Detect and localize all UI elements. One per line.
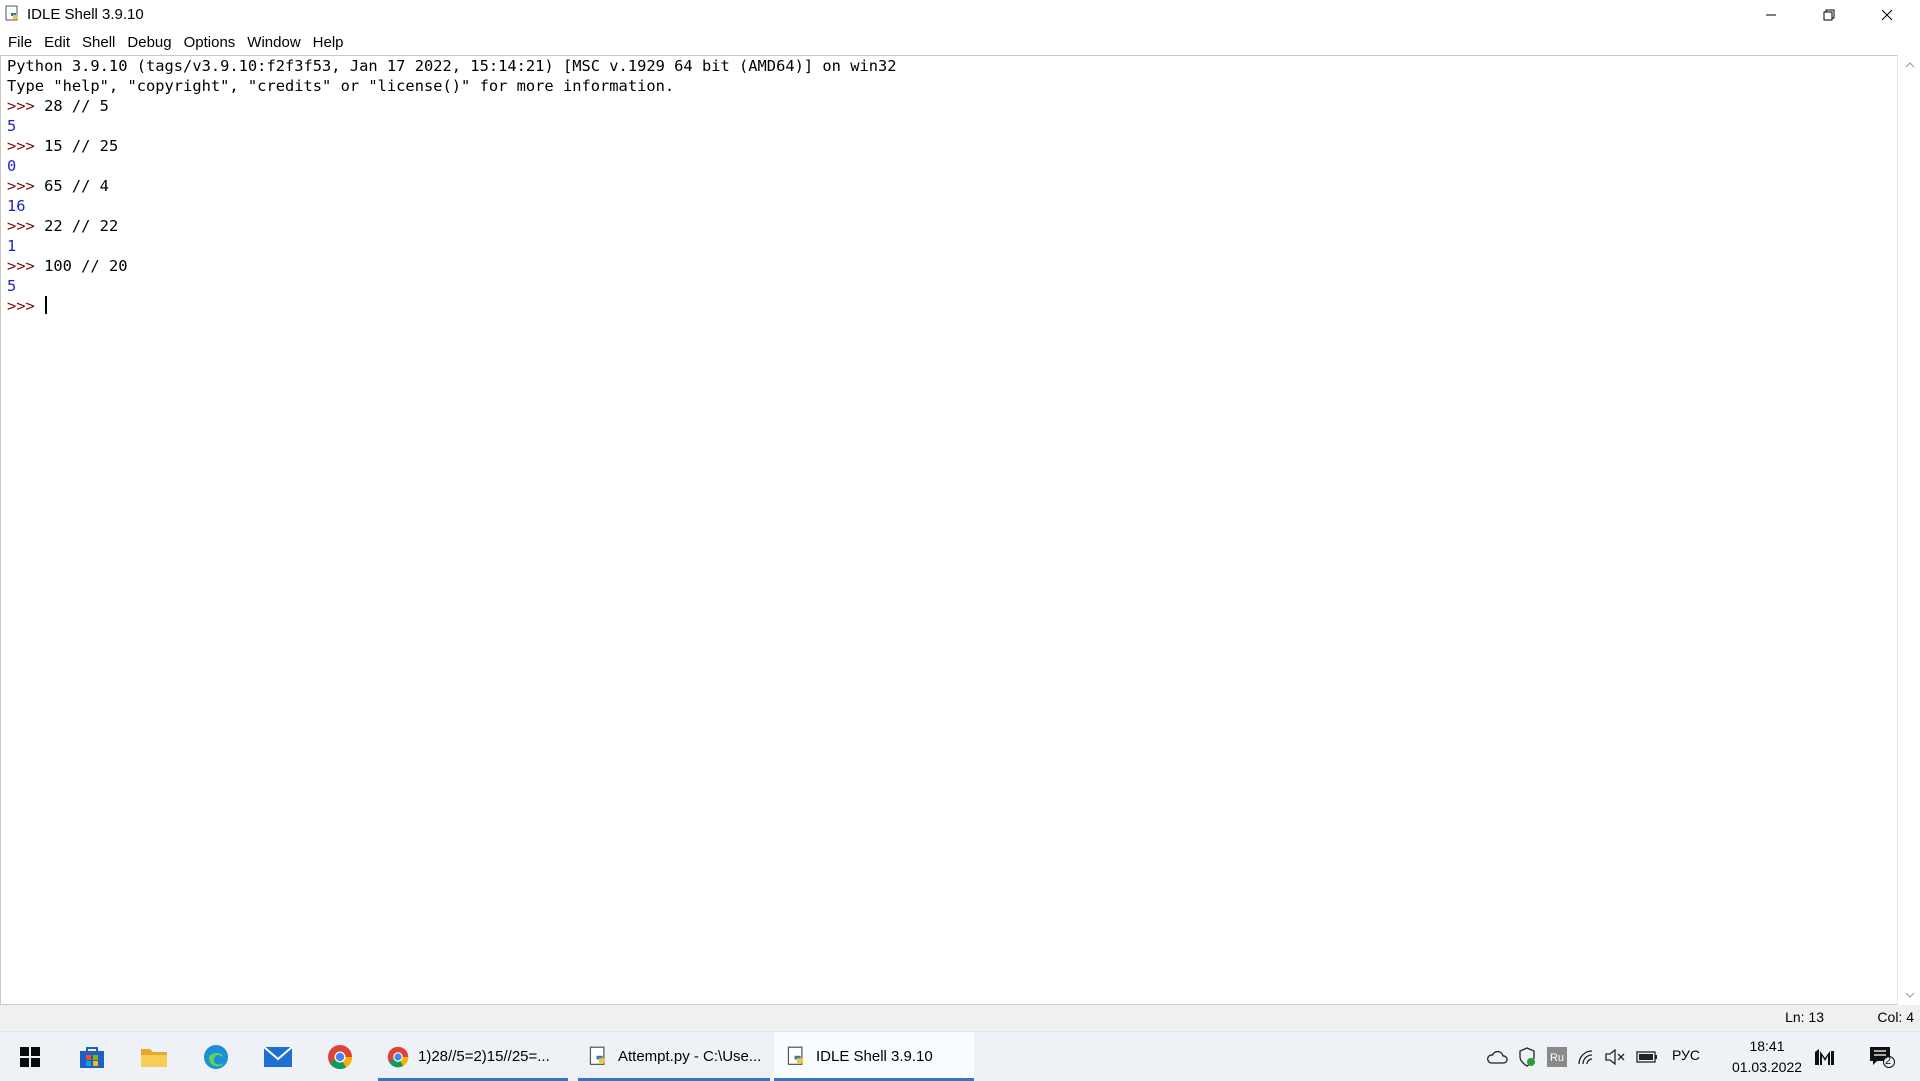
taskbar-task-idle-shell[interactable]: IDLE Shell 3.9.10	[774, 1032, 974, 1081]
volume-muted-icon[interactable]	[1604, 1046, 1626, 1068]
svg-text:Ru: Ru	[1550, 1052, 1564, 1064]
close-icon	[1881, 9, 1893, 21]
minimize-icon	[1766, 14, 1776, 16]
shell-command: 65 // 4	[44, 177, 109, 195]
title-bar: IDLE Shell 3.9.10	[0, 0, 1920, 30]
shell-command: 15 // 25	[44, 137, 119, 155]
shell-prompt: >>>	[7, 97, 45, 115]
shell-prompt: >>>	[7, 137, 45, 155]
restore-icon	[1823, 9, 1835, 21]
shell-output: 1	[7, 237, 17, 255]
chevron-up-icon	[1905, 62, 1914, 68]
meet-now-icon[interactable]	[1812, 1046, 1838, 1068]
menu-debug[interactable]: Debug	[121, 32, 177, 54]
store-icon	[80, 1046, 104, 1068]
shell-text-area[interactable]: Python 3.9.10 (tags/v3.9.10:f2f3f53, Jan…	[0, 55, 1898, 1005]
shell-prompt: >>>	[7, 297, 45, 315]
shell-output: 5	[7, 117, 17, 135]
task-label: IDLE Shell 3.9.10	[816, 1048, 933, 1065]
edge-icon	[204, 1044, 228, 1069]
notifications-icon[interactable]: 2	[1868, 1046, 1896, 1068]
python-idle-icon	[5, 5, 18, 21]
clock-time[interactable]: 18:41	[1732, 1038, 1802, 1054]
shell-input-line: >>> 28 // 5	[7, 96, 109, 116]
windows-logo-icon	[20, 1046, 40, 1067]
folder-icon	[141, 1048, 167, 1067]
chrome-icon	[387, 1046, 409, 1067]
taskbar-mail[interactable]	[250, 1032, 306, 1081]
shell-prompt: >>>	[7, 257, 45, 275]
menu-options[interactable]: Options	[178, 32, 242, 54]
notification-count: 2	[1885, 1055, 1892, 1067]
start-button[interactable]	[2, 1032, 58, 1081]
chevron-down-icon	[1905, 992, 1914, 998]
status-column-number: Col: 4	[1877, 1009, 1914, 1025]
battery-icon[interactable]	[1636, 1046, 1658, 1068]
shell-command: 28 // 5	[44, 97, 109, 115]
taskbar-file-explorer[interactable]	[126, 1032, 182, 1081]
shell-current-line[interactable]: >>>	[7, 296, 47, 316]
mail-icon	[263, 1045, 293, 1067]
window-title: IDLE Shell 3.9.10	[27, 6, 144, 23]
banner-line: Type "help", "copyright", "credits" or "…	[7, 77, 675, 95]
shell-input-line: >>> 15 // 25	[7, 136, 118, 156]
shell-input-line: >>> 100 // 20	[7, 256, 127, 276]
shell-command: 100 // 20	[44, 257, 128, 275]
keyboard-layout-ru-icon[interactable]: Ru	[1546, 1046, 1568, 1068]
status-line-number: Ln: 13	[1785, 1009, 1824, 1025]
taskbar-edge[interactable]	[188, 1032, 244, 1081]
shell-command: 22 // 22	[44, 217, 119, 235]
menu-help[interactable]: Help	[307, 32, 350, 54]
menu-bar: File Edit Shell Debug Options Window Hel…	[0, 30, 1920, 55]
taskbar-chrome[interactable]	[312, 1032, 368, 1081]
close-button[interactable]	[1858, 0, 1916, 30]
scroll-up-button[interactable]	[1898, 57, 1920, 73]
text-cursor	[45, 296, 47, 314]
chrome-icon	[328, 1044, 352, 1069]
restore-button[interactable]	[1800, 0, 1858, 30]
taskbar-task-chrome[interactable]: 1)28//5=2)15//25=...	[378, 1032, 568, 1081]
taskbar: 1)28//5=2)15//25=... Attempt.py - C:\Use…	[0, 1031, 1920, 1081]
shell-prompt: >>>	[7, 177, 45, 195]
status-bar: Ln: 13 Col: 4	[0, 1005, 1920, 1031]
shell-input-line: >>> 65 // 4	[7, 176, 109, 196]
taskbar-task-attempt-py[interactable]: Attempt.py - C:\Use...	[578, 1032, 770, 1081]
banner-line: Python 3.9.10 (tags/v3.9.10:f2f3f53, Jan…	[7, 57, 897, 75]
shell-prompt: >>>	[7, 217, 45, 235]
menu-file[interactable]: File	[2, 32, 38, 54]
menu-shell[interactable]: Shell	[76, 32, 121, 54]
scroll-down-button[interactable]	[1898, 987, 1920, 1003]
minimize-button[interactable]	[1742, 0, 1800, 30]
vertical-scrollbar[interactable]	[1897, 55, 1920, 1005]
shell-input-line: >>> 22 // 22	[7, 216, 118, 236]
menu-edit[interactable]: Edit	[38, 32, 76, 54]
taskbar-store[interactable]	[64, 1032, 120, 1081]
input-language[interactable]: РУС	[1672, 1047, 1700, 1063]
python-file-icon	[589, 1046, 606, 1065]
security-shield-icon[interactable]	[1516, 1046, 1538, 1068]
menu-window[interactable]: Window	[241, 32, 306, 54]
shell-output: 16	[7, 197, 26, 215]
task-label: 1)28//5=2)15//25=...	[418, 1048, 550, 1065]
python-idle-icon	[787, 1046, 804, 1065]
task-label: Attempt.py - C:\Use...	[618, 1048, 762, 1065]
onedrive-icon[interactable]	[1486, 1046, 1508, 1068]
wifi-icon[interactable]	[1576, 1046, 1598, 1068]
clock-date[interactable]: 01.03.2022	[1712, 1059, 1822, 1075]
shell-output: 5	[7, 277, 17, 295]
shell-output: 0	[7, 157, 17, 175]
